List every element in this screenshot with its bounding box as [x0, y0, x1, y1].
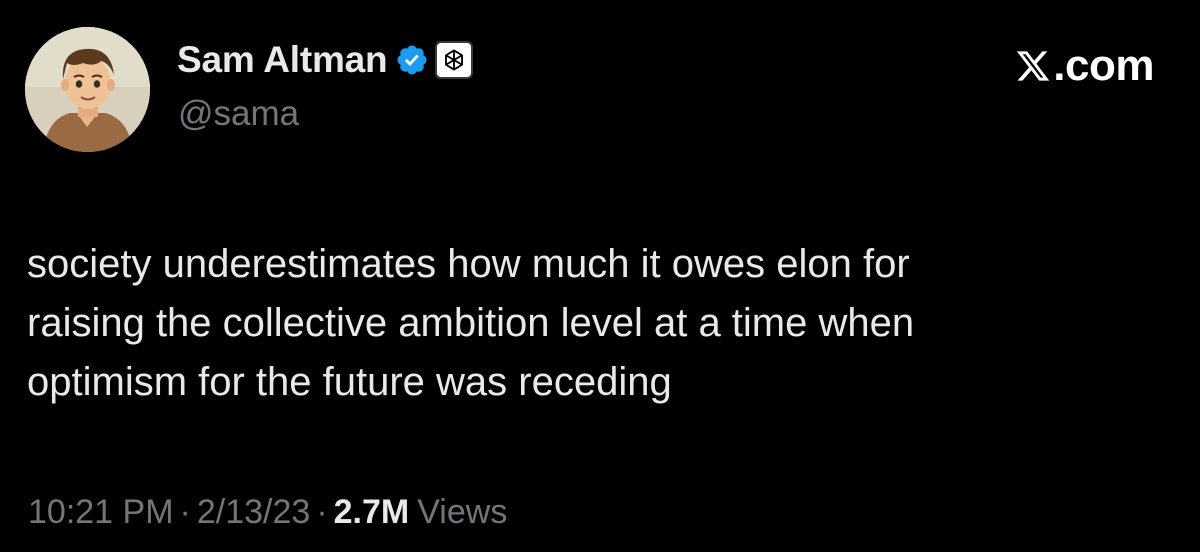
tweet-date[interactable]: 2/13/23 — [197, 493, 310, 532]
views-label: Views — [417, 493, 508, 531]
tweet-metadata: 10:21 PM · 2/13/23 · 2.7M Views — [28, 493, 507, 532]
avatar[interactable] — [25, 27, 150, 152]
tweet-time[interactable]: 10:21 PM — [28, 493, 174, 532]
avatar-illustration — [25, 27, 150, 152]
tweet-body-text: society underestimates how much it owes … — [27, 242, 915, 404]
author-name-row: Sam Altman — [177, 36, 474, 84]
x-logo-icon — [1015, 48, 1051, 84]
author-display-name[interactable]: Sam Altman — [177, 39, 388, 81]
views-count: 2.7M — [333, 493, 410, 531]
author-handle[interactable]: @sama — [178, 94, 299, 134]
meta-separator: · — [179, 493, 191, 531]
tweet-card: Sam Altman @sama .com society underestim… — [0, 0, 1200, 552]
openai-logo-icon[interactable] — [435, 41, 474, 79]
brand-watermark: .com — [1015, 40, 1154, 92]
verified-badge-icon[interactable] — [395, 43, 429, 77]
brand-domain-text: .com — [1053, 41, 1154, 90]
meta-separator: · — [316, 493, 328, 531]
